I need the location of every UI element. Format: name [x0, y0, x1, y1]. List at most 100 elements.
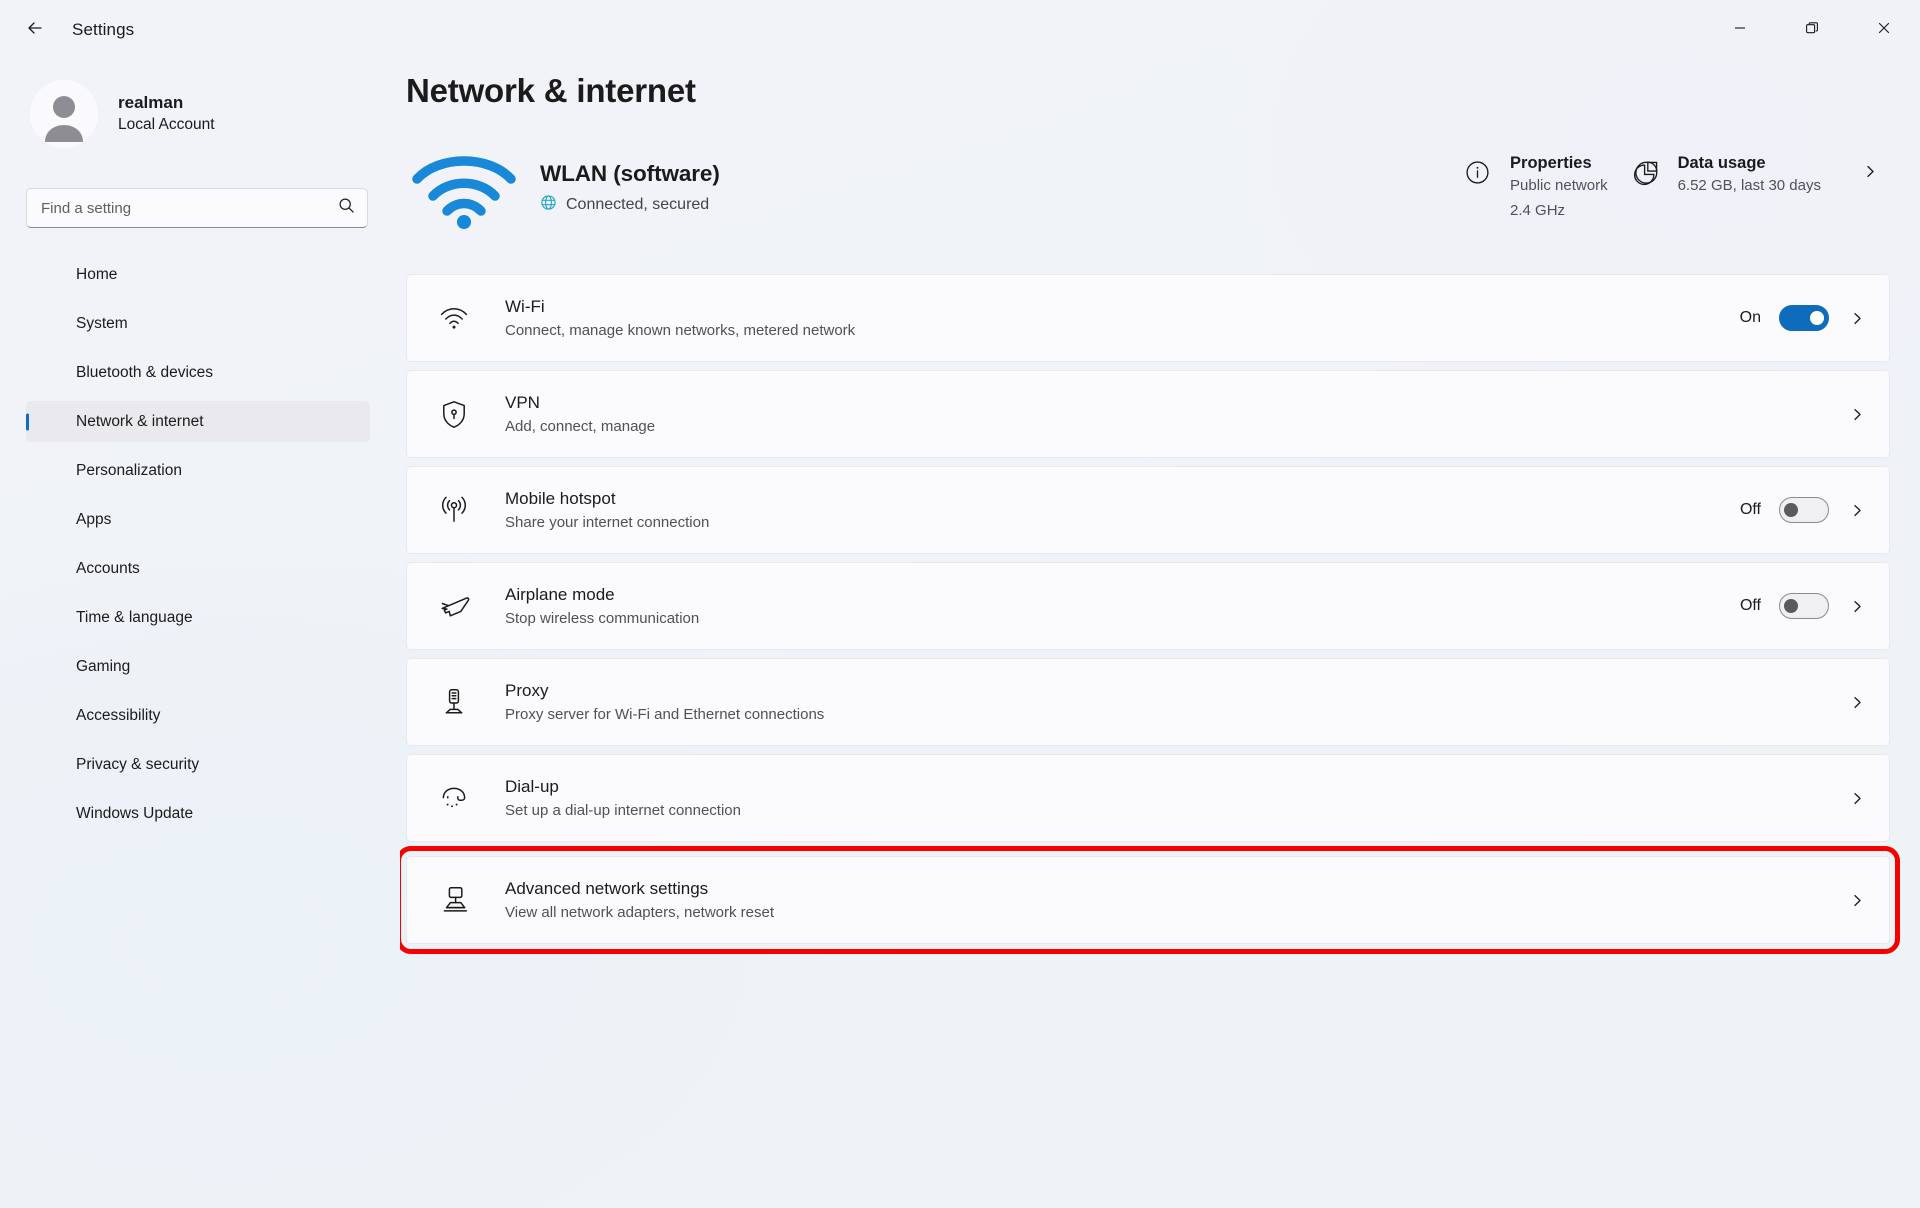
- setting-row-vpn[interactable]: VPN Add, connect, manage: [406, 370, 1890, 458]
- sidebar-item-apps[interactable]: Apps: [26, 499, 370, 540]
- sidebar-item-time-language[interactable]: Time & language: [26, 597, 370, 638]
- setting-subtitle: Connect, manage known networks, metered …: [505, 321, 856, 339]
- toggle-knob: [1810, 311, 1824, 325]
- setting-text: Dial-up Set up a dial-up internet connec…: [505, 776, 1847, 821]
- sidebar-item-network-internet[interactable]: Network & internet: [26, 401, 370, 442]
- mobile-hotspot-toggle[interactable]: [1779, 497, 1829, 523]
- wifi-icon: [433, 305, 475, 331]
- properties-button[interactable]: Properties Public network 2.4 GHz: [1452, 144, 1620, 232]
- setting-title: Mobile hotspot: [505, 488, 616, 508]
- setting-controls: [1847, 695, 1867, 710]
- sidebar-item-bluetooth-devices[interactable]: Bluetooth & devices: [26, 352, 370, 393]
- sidebar-nav: Home System Bluetooth & devices Network …: [26, 254, 370, 834]
- restore-button[interactable]: [1776, 0, 1848, 60]
- setting-text: Advanced network settings View all netwo…: [505, 878, 1847, 923]
- setting-row-mobile-hotspot[interactable]: Mobile hotspot Share your internet conne…: [406, 466, 1890, 554]
- sidebar-item-accessibility[interactable]: Accessibility: [26, 695, 370, 736]
- chevron-right-icon: [1847, 311, 1867, 326]
- sidebar-item-personalization[interactable]: Personalization: [26, 450, 370, 491]
- data-usage-button[interactable]: Data usage 6.52 GB, last 30 days: [1620, 144, 1890, 208]
- sidebar-item-label: Time & language: [76, 608, 193, 626]
- setting-title: Dial-up: [505, 776, 559, 796]
- data-usage-title: Data usage: [1677, 154, 1766, 172]
- wifi-signal-icon: [406, 145, 522, 231]
- sidebar-item-windows-update[interactable]: Windows Update: [26, 793, 370, 834]
- title-bar: Settings: [0, 0, 1920, 60]
- sidebar-item-system[interactable]: System: [26, 303, 370, 344]
- sidebar-item-privacy-security[interactable]: Privacy & security: [26, 744, 370, 785]
- sidebar-item-home[interactable]: Home: [26, 254, 370, 295]
- setting-title: Airplane mode: [505, 584, 615, 604]
- toggle-knob: [1784, 599, 1798, 613]
- account-type: Local Account: [118, 116, 215, 133]
- sidebar-item-accounts[interactable]: Accounts: [26, 548, 370, 589]
- info-circle-icon: [1464, 154, 1494, 191]
- connection-name: WLAN (software): [540, 160, 720, 186]
- chevron-right-icon: [1847, 407, 1867, 422]
- sidebar-item-label: Home: [76, 265, 118, 283]
- search-input[interactable]: [41, 199, 338, 217]
- dialup-icon: [433, 785, 475, 811]
- sidebar-item-label: Gaming: [76, 657, 131, 675]
- setting-controls: [1847, 893, 1867, 908]
- setting-text: Airplane mode Stop wireless communicatio…: [505, 584, 1735, 629]
- sidebar-item-label: Accounts: [76, 559, 140, 577]
- summary-actions: Properties Public network 2.4 GHz Data u…: [1452, 144, 1890, 232]
- sidebar-item-label: Privacy & security: [76, 755, 200, 773]
- search-box[interactable]: [26, 188, 368, 228]
- airplane-mode-toggle[interactable]: [1779, 593, 1829, 619]
- setting-subtitle: Set up a dial-up internet connection: [505, 801, 741, 819]
- toggle-state-label: On: [1739, 309, 1761, 326]
- sidebar-item-label: Network & internet: [76, 412, 204, 430]
- setting-title: Wi-Fi: [505, 296, 545, 316]
- main-content: Network & internet WLAN (software) Conne…: [400, 60, 1920, 1208]
- avatar: [30, 80, 98, 148]
- setting-row-wifi[interactable]: Wi-Fi Connect, manage known networks, me…: [406, 274, 1890, 362]
- toggle-state-label: Off: [1739, 501, 1761, 518]
- setting-subtitle: View all network adapters, network reset: [505, 903, 775, 921]
- setting-controls: [1847, 407, 1867, 422]
- chevron-right-icon: [1847, 599, 1867, 614]
- setting-controls: Off: [1735, 497, 1867, 523]
- setting-row-proxy[interactable]: Proxy Proxy server for Wi-Fi and Etherne…: [406, 658, 1890, 746]
- setting-title: Advanced network settings: [505, 878, 709, 898]
- setting-row-airplane-mode[interactable]: Airplane mode Stop wireless communicatio…: [406, 562, 1890, 650]
- setting-row-advanced-network-settings[interactable]: Advanced network settings View all netwo…: [400, 846, 1900, 954]
- sidebar-item-label: Accessibility: [76, 706, 161, 724]
- setting-subtitle: Proxy server for Wi-Fi and Ethernet conn…: [505, 705, 825, 723]
- sidebar-item-gaming[interactable]: Gaming: [26, 646, 370, 687]
- restore-icon: [1805, 21, 1819, 40]
- setting-subtitle: Stop wireless communication: [505, 609, 700, 627]
- setting-row-dial-up[interactable]: Dial-up Set up a dial-up internet connec…: [406, 754, 1890, 842]
- setting-text: Wi-Fi Connect, manage known networks, me…: [505, 296, 1735, 341]
- setting-title: VPN: [505, 392, 540, 412]
- toggle-knob: [1784, 503, 1798, 517]
- account-block[interactable]: realman Local Account: [26, 72, 400, 156]
- chevron-right-icon: [1863, 154, 1878, 184]
- minimize-icon: [1733, 21, 1747, 40]
- close-button[interactable]: [1848, 0, 1920, 60]
- search-icon: [338, 197, 355, 219]
- setting-controls: On: [1735, 305, 1867, 331]
- sidebar-item-label: Windows Update: [76, 804, 194, 822]
- setting-controls: [1847, 791, 1867, 806]
- setting-controls: Off: [1735, 593, 1867, 619]
- hotspot-icon: [433, 496, 475, 524]
- sidebar-item-label: System: [76, 314, 128, 332]
- window-body: realman Local Account Home Sy: [0, 60, 1920, 1208]
- wifi-toggle[interactable]: [1779, 305, 1829, 331]
- account-name: realman: [118, 93, 184, 113]
- page-title: Network & internet: [406, 72, 696, 109]
- window-title: Settings: [72, 20, 135, 39]
- minimize-button[interactable]: [1704, 0, 1776, 60]
- window-controls: [1704, 0, 1920, 60]
- globe-icon: [540, 194, 557, 216]
- setting-subtitle: Share your internet connection: [505, 513, 710, 531]
- close-icon: [1877, 21, 1891, 40]
- airplane-icon: [433, 592, 475, 621]
- person-avatar-icon: [45, 96, 83, 142]
- setting-title: Proxy: [505, 680, 549, 700]
- sidebar: realman Local Account Home Sy: [0, 60, 400, 1208]
- properties-network-type: Public network: [1510, 177, 1608, 194]
- back-button[interactable]: [14, 9, 56, 51]
